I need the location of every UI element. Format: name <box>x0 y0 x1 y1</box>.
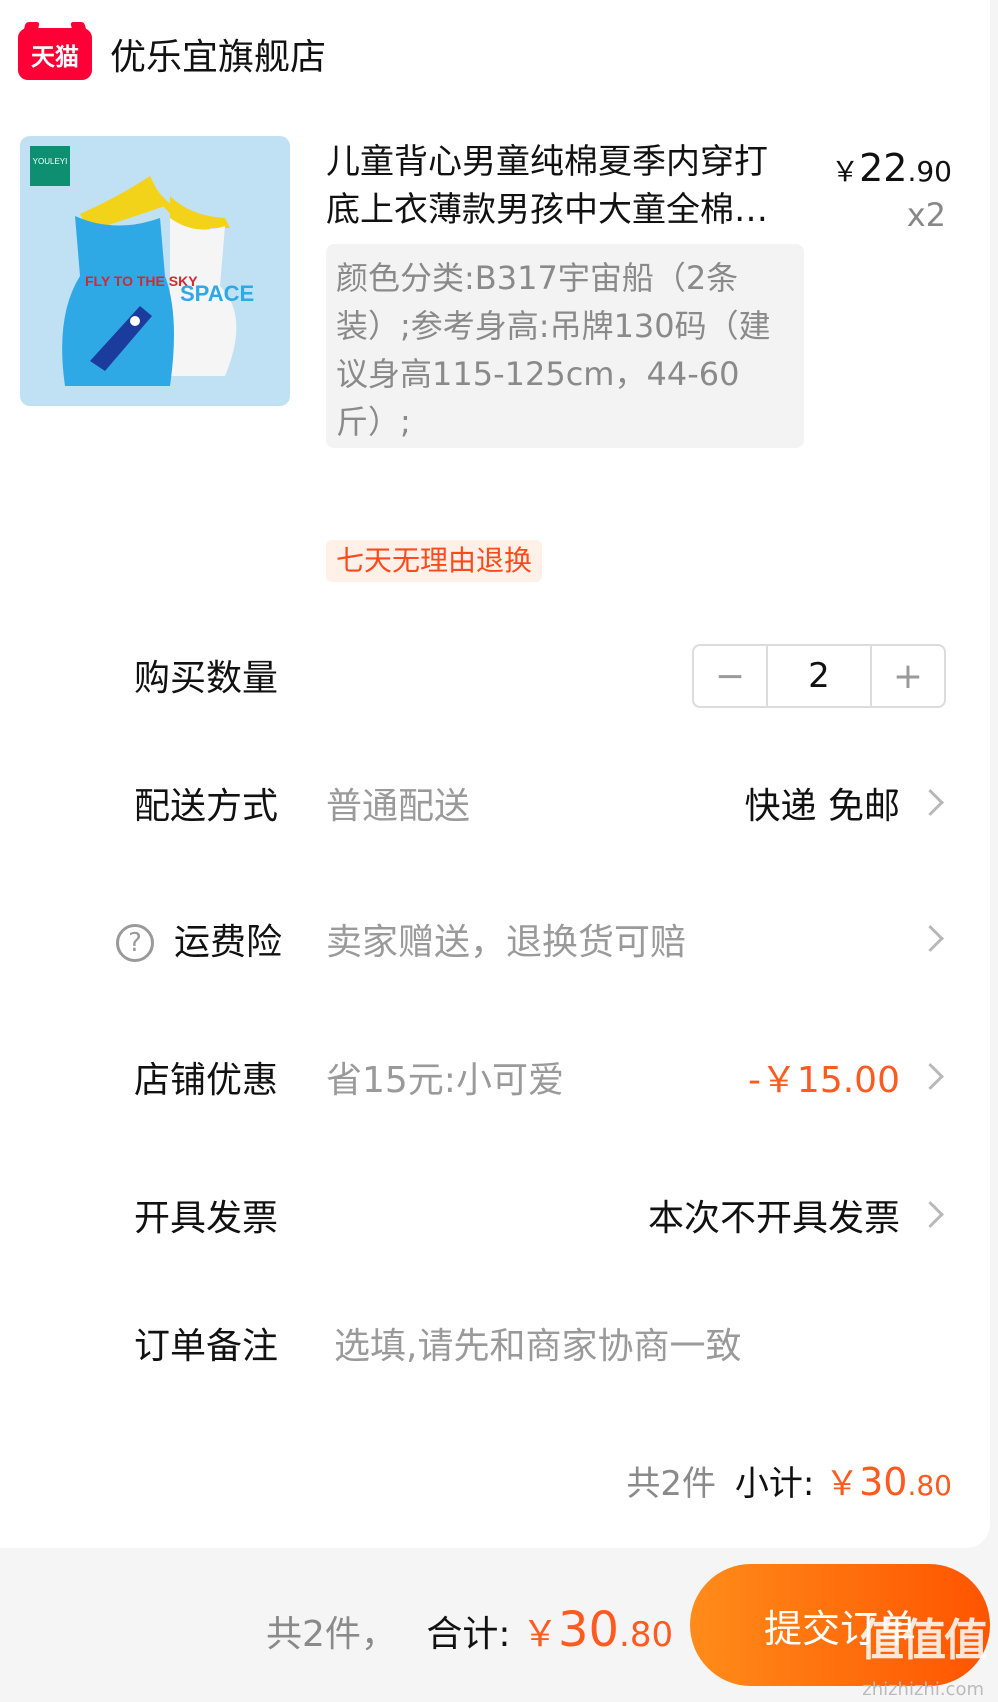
subtotal-dec: .80 <box>907 1469 952 1502</box>
total-amount: ￥30.80 <box>521 1602 674 1658</box>
price-dec: .90 <box>907 155 952 188</box>
invoice-label: 开具发票 <box>134 1198 279 1239</box>
price-int: 22 <box>859 146 908 190</box>
subtotal-symbol: ￥ <box>825 1464 860 1504</box>
order-note-input[interactable]: 选填,请先和商家协商一致 <box>334 1312 741 1382</box>
total-count: 共2件， <box>266 1614 397 1655</box>
subtotal-count: 共2件 <box>626 1464 717 1504</box>
chevron-right-icon[interactable] <box>917 925 944 952</box>
image-brand-text: YOULEYI <box>33 157 68 166</box>
order-total: 共2件， 合计: ￥30.80 <box>266 1600 673 1665</box>
shipping-row[interactable]: 配送方式 普通配送 快递 免邮 <box>0 772 990 842</box>
order-card: 天猫 优乐宜旗舰店 YOULEYI FLY TO THE SKY SPACE 儿… <box>0 0 990 1548</box>
discount-row[interactable]: 店铺优惠 省15元:小可爱 -￥15.00 <box>0 1046 990 1116</box>
subtotal-int: 30 <box>859 1460 908 1504</box>
total-label: 合计: <box>426 1614 511 1655</box>
note-row: 订单备注 选填,请先和商家协商一致 <box>0 1312 990 1382</box>
image-space-text: SPACE <box>180 281 254 306</box>
chevron-right-icon[interactable] <box>917 789 944 816</box>
question-icon[interactable]: ? <box>116 924 154 962</box>
store-header[interactable]: 天猫 优乐宜旗舰店 <box>18 24 326 84</box>
invoice-row[interactable]: 开具发票 本次不开具发票 <box>0 1184 990 1254</box>
shipping-method: 普通配送 <box>326 786 471 827</box>
total-int: 30 <box>557 1602 620 1658</box>
watermark-url: zhizhizhi.com <box>862 1679 984 1700</box>
chevron-right-icon[interactable] <box>917 1201 944 1228</box>
return-policy-badge: 七天无理由退换 <box>326 540 543 582</box>
unit-price: ￥22.90 <box>831 146 952 190</box>
subtotal-label: 小计: <box>734 1464 815 1504</box>
insurance-desc: 卖家赠送，退换货可赔 <box>326 922 687 963</box>
quantity-value[interactable]: 2 <box>766 646 872 706</box>
tmall-logo: 天猫 <box>18 28 92 80</box>
product-photo: YOULEYI FLY TO THE SKY SPACE <box>20 136 290 406</box>
total-dec: .80 <box>619 1615 674 1655</box>
watermark-logo: 值值值 <box>860 1615 988 1666</box>
chevron-right-icon[interactable] <box>917 1063 944 1090</box>
total-symbol: ￥ <box>521 1614 558 1655</box>
note-label: 订单备注 <box>134 1326 279 1367</box>
shipping-value: 快递 免邮 <box>744 786 900 827</box>
decrement-button[interactable]: − <box>694 646 766 706</box>
insurance-row[interactable]: ? 运费险 卖家赠送，退换货可赔 <box>0 908 990 978</box>
discount-desc: 省15元:小可爱 <box>326 1060 564 1101</box>
subtotal: 共2件 小计: ￥30.80 <box>626 1452 952 1516</box>
quantity-stepper[interactable]: − 2 + <box>692 644 946 708</box>
increment-button[interactable]: + <box>872 646 944 706</box>
tmall-logo-text: 天猫 <box>31 42 79 71</box>
sku-info[interactable]: 颜色分类:B317宇宙船（2条装）;参考身高:吊牌130码（建议身高115-12… <box>326 244 804 448</box>
discount-label: 店铺优惠 <box>134 1060 279 1101</box>
price-symbol: ￥ <box>831 155 860 188</box>
discount-value: -￥15.00 <box>747 1060 900 1101</box>
shipping-label: 配送方式 <box>134 786 279 827</box>
bottom-bar: 共2件， 合计: ￥30.80 提交订单 值值值 zhizhizhi.com <box>0 1548 998 1702</box>
quantity-label: 购买数量 <box>134 658 279 699</box>
quantity-row: 购买数量 − 2 + <box>0 644 990 714</box>
product-title[interactable]: 儿童背心男童纯棉夏季内穿打底上衣薄款男孩中大童全棉… <box>326 138 796 234</box>
subtotal-amount: ￥30.80 <box>825 1460 952 1504</box>
item-quantity: x2 <box>906 196 946 234</box>
product-image[interactable]: YOULEYI FLY TO THE SKY SPACE <box>20 136 290 406</box>
store-name[interactable]: 优乐宜旗舰店 <box>110 28 326 80</box>
invoice-value: 本次不开具发票 <box>647 1198 900 1239</box>
insurance-label: 运费险 <box>174 922 283 963</box>
